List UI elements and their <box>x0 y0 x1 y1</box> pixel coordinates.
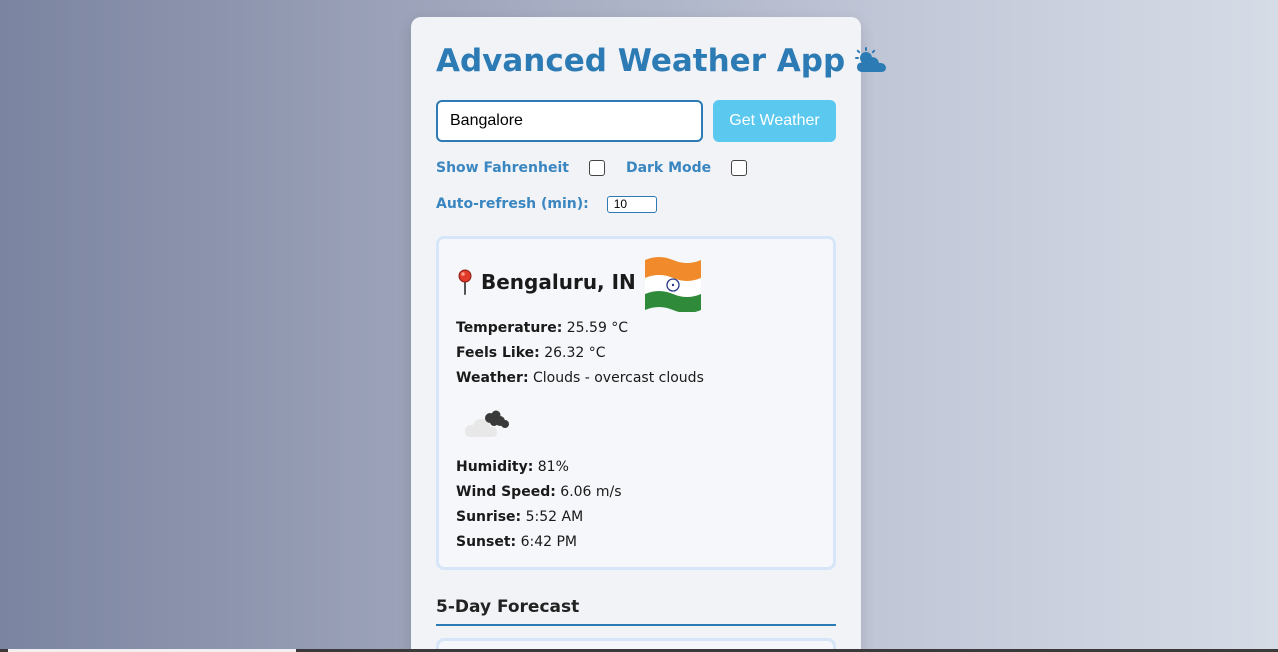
sunrise-row: Sunrise: 5:52 AM <box>456 505 816 530</box>
sunset-row: Sunset: 6:42 PM <box>456 530 816 555</box>
search-row: Get Weather <box>436 100 836 142</box>
sunrise-label: Sunrise: <box>456 509 522 525</box>
city-search-input[interactable] <box>436 100 703 142</box>
humidity-row: Humidity: 81% <box>456 455 816 480</box>
sun-behind-cloud-icon <box>853 46 889 76</box>
temperature-row: Temperature: 25.59 °C <box>456 316 816 341</box>
india-flag-icon <box>643 252 703 313</box>
forecast-heading: 5-Day Forecast <box>436 597 580 617</box>
options-row: Show Fahrenheit Dark Mode <box>436 158 836 178</box>
dark-mode-label: Dark Mode <box>625 160 712 176</box>
current-weather-card: Bengaluru, IN Temperature: 25.59 °C Feel… <box>436 236 836 570</box>
feels-like-row: Feels Like: 26.32 °C <box>456 341 816 366</box>
humidity-label: Humidity: <box>456 459 534 475</box>
temperature-value: 25.59 °C <box>566 320 629 336</box>
app-title: Advanced Weather App <box>436 43 846 79</box>
location-row: Bengaluru, IN <box>456 251 816 313</box>
header: Advanced Weather App <box>436 41 887 81</box>
dark-mode-checkbox[interactable] <box>731 160 748 176</box>
fahrenheit-checkbox[interactable] <box>588 160 605 176</box>
auto-refresh-input[interactable] <box>606 195 657 213</box>
weather-value: Clouds - overcast clouds <box>533 370 704 386</box>
forecast-divider <box>436 624 836 626</box>
humidity-value: 81% <box>537 459 569 475</box>
overcast-clouds-icon <box>460 399 520 449</box>
get-weather-button[interactable]: Get Weather <box>713 100 836 142</box>
location-name: Bengaluru, IN <box>481 270 636 294</box>
weather-label: Weather: <box>456 370 529 386</box>
auto-refresh-label: Auto-refresh (min): <box>436 196 589 212</box>
wind-speed-label: Wind Speed: <box>456 484 556 500</box>
sunset-label: Sunset: <box>456 534 517 550</box>
feels-like-value: 26.32 °C <box>544 345 606 361</box>
temperature-label: Temperature: <box>456 320 563 336</box>
weather-description-row: Weather: Clouds - overcast clouds <box>456 366 816 391</box>
wind-speed-row: Wind Speed: 6.06 m/s <box>456 480 816 505</box>
round-pushpin-icon <box>456 269 474 295</box>
wind-speed-value: 6.06 m/s <box>560 484 622 500</box>
sunrise-value: 5:52 AM <box>525 509 584 525</box>
weather-app-card: Advanced Weather App Get Weather Show Fa… <box>411 17 887 652</box>
fahrenheit-label: Show Fahrenheit <box>436 160 569 176</box>
auto-refresh-row: Auto-refresh (min): <box>436 194 836 214</box>
sunset-value: 6:42 PM <box>520 534 578 550</box>
feels-like-label: Feels Like: <box>456 345 540 361</box>
